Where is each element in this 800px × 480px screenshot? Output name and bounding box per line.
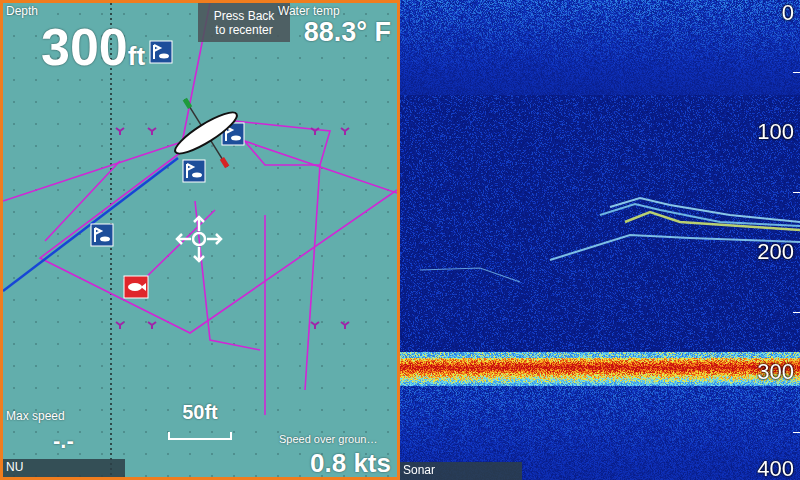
depth-readout: 300ft xyxy=(41,17,145,77)
boat-icon xyxy=(154,80,257,186)
marker-icon[interactable] xyxy=(116,128,124,135)
depth-tick-label: 400 xyxy=(757,457,794,480)
scale-label: 50ft xyxy=(182,401,218,424)
speed-label: Speed over groun… xyxy=(279,433,377,445)
marker-icon[interactable] xyxy=(341,322,349,329)
crosshair-icon[interactable] xyxy=(177,217,221,261)
depth-tick xyxy=(793,72,800,73)
marker-icon[interactable] xyxy=(148,128,156,135)
status-bar: NU xyxy=(3,459,125,477)
depth-tick xyxy=(793,312,800,313)
notice-line: to recenter xyxy=(198,23,290,37)
depth-tick-label: 100 xyxy=(757,120,794,144)
recenter-notice: Press Backto recenter xyxy=(198,3,290,42)
depth-unit: ft xyxy=(128,41,145,71)
depth-tick-label: 0 xyxy=(782,1,794,25)
marker-icon[interactable] xyxy=(148,322,156,329)
depth-tick-label: 300 xyxy=(757,360,794,384)
marker-icon[interactable] xyxy=(341,128,349,135)
speed-value: 0.8 kts xyxy=(310,448,391,479)
depth-tick-label: 200 xyxy=(757,240,794,264)
waypoint-icon[interactable] xyxy=(183,160,205,182)
notice-line: Press Back xyxy=(198,9,290,23)
depth-label: Depth xyxy=(6,4,38,18)
water-temp-value: 88.3° F xyxy=(304,17,391,48)
waypoint-icon[interactable] xyxy=(150,41,172,63)
depth-tick xyxy=(793,432,800,433)
scale-bar xyxy=(168,432,232,440)
marker-icon[interactable] xyxy=(311,322,319,329)
sonar-panel: 0 100 200 300 400 Sonar xyxy=(400,0,800,480)
app: Depth300ftPress Backto recenterWater tem… xyxy=(0,0,800,480)
fish-icon[interactable] xyxy=(124,276,148,298)
max-speed-value: -.- xyxy=(53,428,74,454)
max-speed-label: Max speed xyxy=(6,409,65,423)
depth-tick xyxy=(793,192,800,193)
sonar-image xyxy=(400,0,800,480)
scale-indicator: 50ft xyxy=(163,401,237,440)
marker-icon[interactable] xyxy=(116,322,124,329)
chart-panel[interactable]: Depth300ftPress Backto recenterWater tem… xyxy=(0,0,400,480)
marker-icon[interactable] xyxy=(311,128,319,135)
waypoint-icon[interactable] xyxy=(91,224,113,246)
sonar-label: Sonar xyxy=(400,462,522,480)
depth-value: 300 xyxy=(41,18,128,76)
water-temp-label: Water temp xyxy=(278,4,340,18)
